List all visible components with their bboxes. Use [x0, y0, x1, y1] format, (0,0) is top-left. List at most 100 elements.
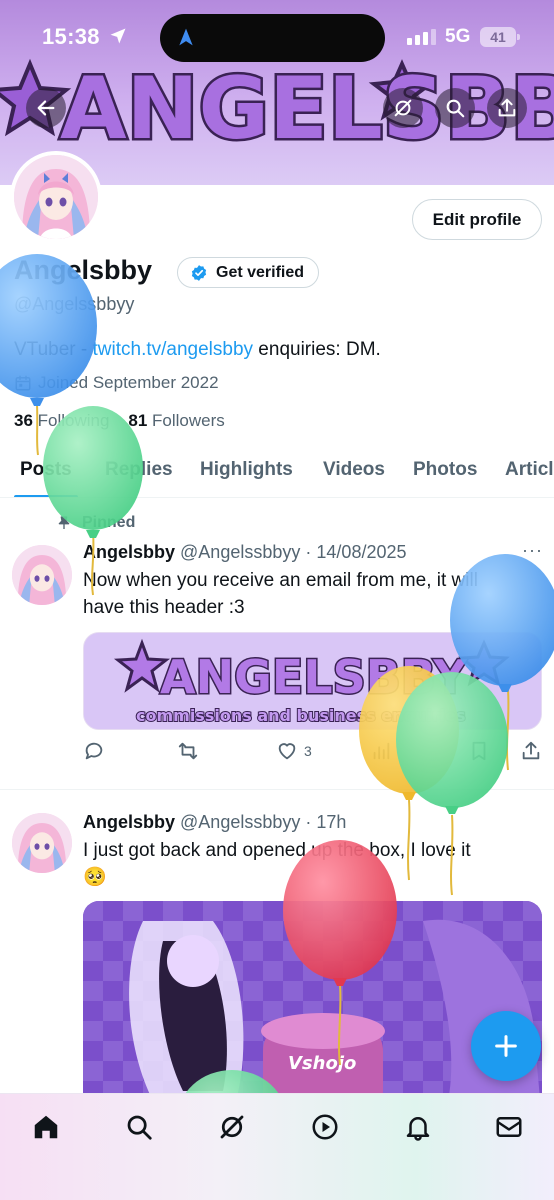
post-actions: 3: [83, 738, 542, 768]
followers-label: Followers: [152, 411, 225, 430]
post-handle[interactable]: @Angelssbbyy: [180, 542, 300, 562]
following-label: Following: [37, 411, 110, 430]
share-icon: [522, 741, 540, 760]
follow-stats: 36 Following 81 Followers: [14, 411, 225, 431]
grok-icon[interactable]: [217, 1112, 247, 1142]
repost-icon: [178, 742, 198, 760]
network-type: 5G: [445, 26, 471, 47]
get-verified-button[interactable]: Get verified: [177, 257, 320, 288]
avatar-art: [12, 813, 72, 873]
back-button[interactable]: [26, 88, 66, 128]
status-bar: 15:38 5G 41: [0, 0, 554, 62]
post-text-body: I just got back and opened up the box, I…: [83, 840, 471, 861]
post-media-photo[interactable]: Vshojo: [83, 901, 542, 1121]
post-handle[interactable]: @Angelssbbyy: [180, 812, 300, 832]
pin-icon: [58, 516, 70, 529]
post-media-header-image[interactable]: ANGELSBBY commissions and business enqui…: [83, 632, 542, 730]
search-icon[interactable]: [124, 1112, 154, 1142]
svg-text:commissions and business enqui: commissions and business enquiries: [136, 706, 466, 725]
repost-button[interactable]: [176, 740, 200, 762]
svg-text:ANGELSBBY: ANGELSBBY: [160, 650, 467, 704]
status-time: 15:38: [42, 24, 100, 49]
pinned-indicator: Pinned: [56, 514, 135, 532]
post-date[interactable]: 14/08/2025: [316, 542, 406, 562]
pinned-label: Pinned: [82, 514, 136, 531]
post-text: I just got back and opened up the box, I…: [83, 837, 523, 891]
tab-replies[interactable]: Replies: [105, 459, 173, 481]
post-author[interactable]: Angelsbby: [83, 812, 175, 832]
bio-prefix: VTuber -: [14, 339, 93, 360]
profile-handle: @Angelssbbyy: [14, 294, 135, 314]
battery-icon: 41: [480, 27, 520, 47]
profile-tabs: Posts Replies Highlights Videos Photos A…: [0, 446, 554, 498]
share-post-button[interactable]: [520, 740, 542, 762]
reply-icon: [85, 742, 103, 760]
grok-icon: [394, 99, 412, 117]
followers-link[interactable]: 81 Followers: [128, 411, 224, 430]
post-avatar[interactable]: [12, 813, 72, 873]
profile-name: Angelsbby: [14, 255, 153, 285]
pleading-face-emoji: 🥺: [83, 867, 107, 888]
bio-link[interactable]: twitch.tv/angelsbby: [93, 339, 254, 360]
following-count: 36: [14, 411, 33, 430]
battery-level: 41: [490, 29, 506, 45]
share-icon: [498, 98, 516, 117]
calendar-icon: [15, 375, 31, 391]
post-author[interactable]: Angelsbby: [83, 542, 175, 562]
heart-icon: [278, 743, 296, 760]
views-icon: [373, 742, 390, 760]
post-separator: ·: [305, 542, 312, 562]
bookmark-button[interactable]: [468, 740, 490, 762]
play-icon[interactable]: [310, 1112, 340, 1142]
post-date[interactable]: 17h: [316, 812, 346, 832]
edit-profile-button[interactable]: Edit profile: [412, 199, 542, 240]
arrow-left-icon: [37, 100, 55, 116]
more-options-icon[interactable]: ···: [522, 540, 543, 561]
bottom-navigation: [0, 1093, 554, 1200]
svg-text:ANGELSBBY: ANGELSBBY: [60, 59, 554, 159]
navigation-arrow-icon: [179, 28, 193, 46]
active-tab-indicator: [14, 495, 78, 497]
location-arrow-icon: [110, 28, 126, 44]
get-verified-label: Get verified: [216, 263, 305, 281]
post-header: Angelsbby @Angelssbbyy · 17h: [83, 812, 346, 833]
share-button[interactable]: [487, 88, 527, 128]
post-divider: [0, 789, 554, 790]
compose-post-button[interactable]: [471, 1011, 541, 1081]
reply-button[interactable]: [83, 740, 105, 762]
tab-photos[interactable]: Photos: [413, 459, 477, 481]
search-icon: [446, 99, 465, 118]
tab-videos[interactable]: Videos: [323, 459, 385, 481]
photo-art: Vshojo: [83, 901, 542, 1121]
bell-icon[interactable]: [403, 1112, 433, 1142]
plus-icon: [495, 1035, 517, 1057]
post-separator: ·: [305, 812, 312, 832]
profile-avatar[interactable]: [10, 151, 102, 243]
search-button[interactable]: [435, 88, 475, 128]
following-link[interactable]: 36 Following: [14, 411, 109, 430]
grok-button[interactable]: [383, 88, 423, 128]
views-button[interactable]: [370, 740, 392, 762]
svg-text:Vshojo: Vshojo: [288, 1053, 356, 1074]
signal-icon: [407, 29, 436, 45]
verified-badge-icon: [191, 264, 207, 281]
avatar-art: [12, 545, 72, 605]
tab-posts[interactable]: Posts: [20, 459, 72, 481]
bookmark-icon: [472, 741, 486, 761]
bio-suffix: enquiries: DM.: [253, 339, 381, 360]
like-count: 3: [304, 743, 312, 759]
like-button[interactable]: 3: [276, 740, 312, 762]
post-text: Now when you receive an email from me, i…: [83, 570, 478, 618]
header-image-art: ANGELSBBY commissions and business enqui…: [84, 633, 541, 729]
joined-label: Joined September 2022: [38, 373, 219, 392]
tab-articles[interactable]: Articl: [505, 459, 554, 481]
followers-count: 81: [128, 411, 148, 430]
home-icon[interactable]: [31, 1112, 61, 1142]
post-avatar[interactable]: [12, 545, 72, 605]
tab-highlights[interactable]: Highlights: [200, 459, 293, 481]
mail-icon[interactable]: [494, 1112, 524, 1142]
joined-date: Joined September 2022: [14, 373, 219, 393]
post-header: Angelsbby @Angelssbbyy · 14/08/2025: [83, 542, 407, 563]
profile-bio: VTuber - twitch.tv/angelsbby enquiries: …: [14, 339, 381, 361]
avatar-art: [14, 155, 98, 239]
